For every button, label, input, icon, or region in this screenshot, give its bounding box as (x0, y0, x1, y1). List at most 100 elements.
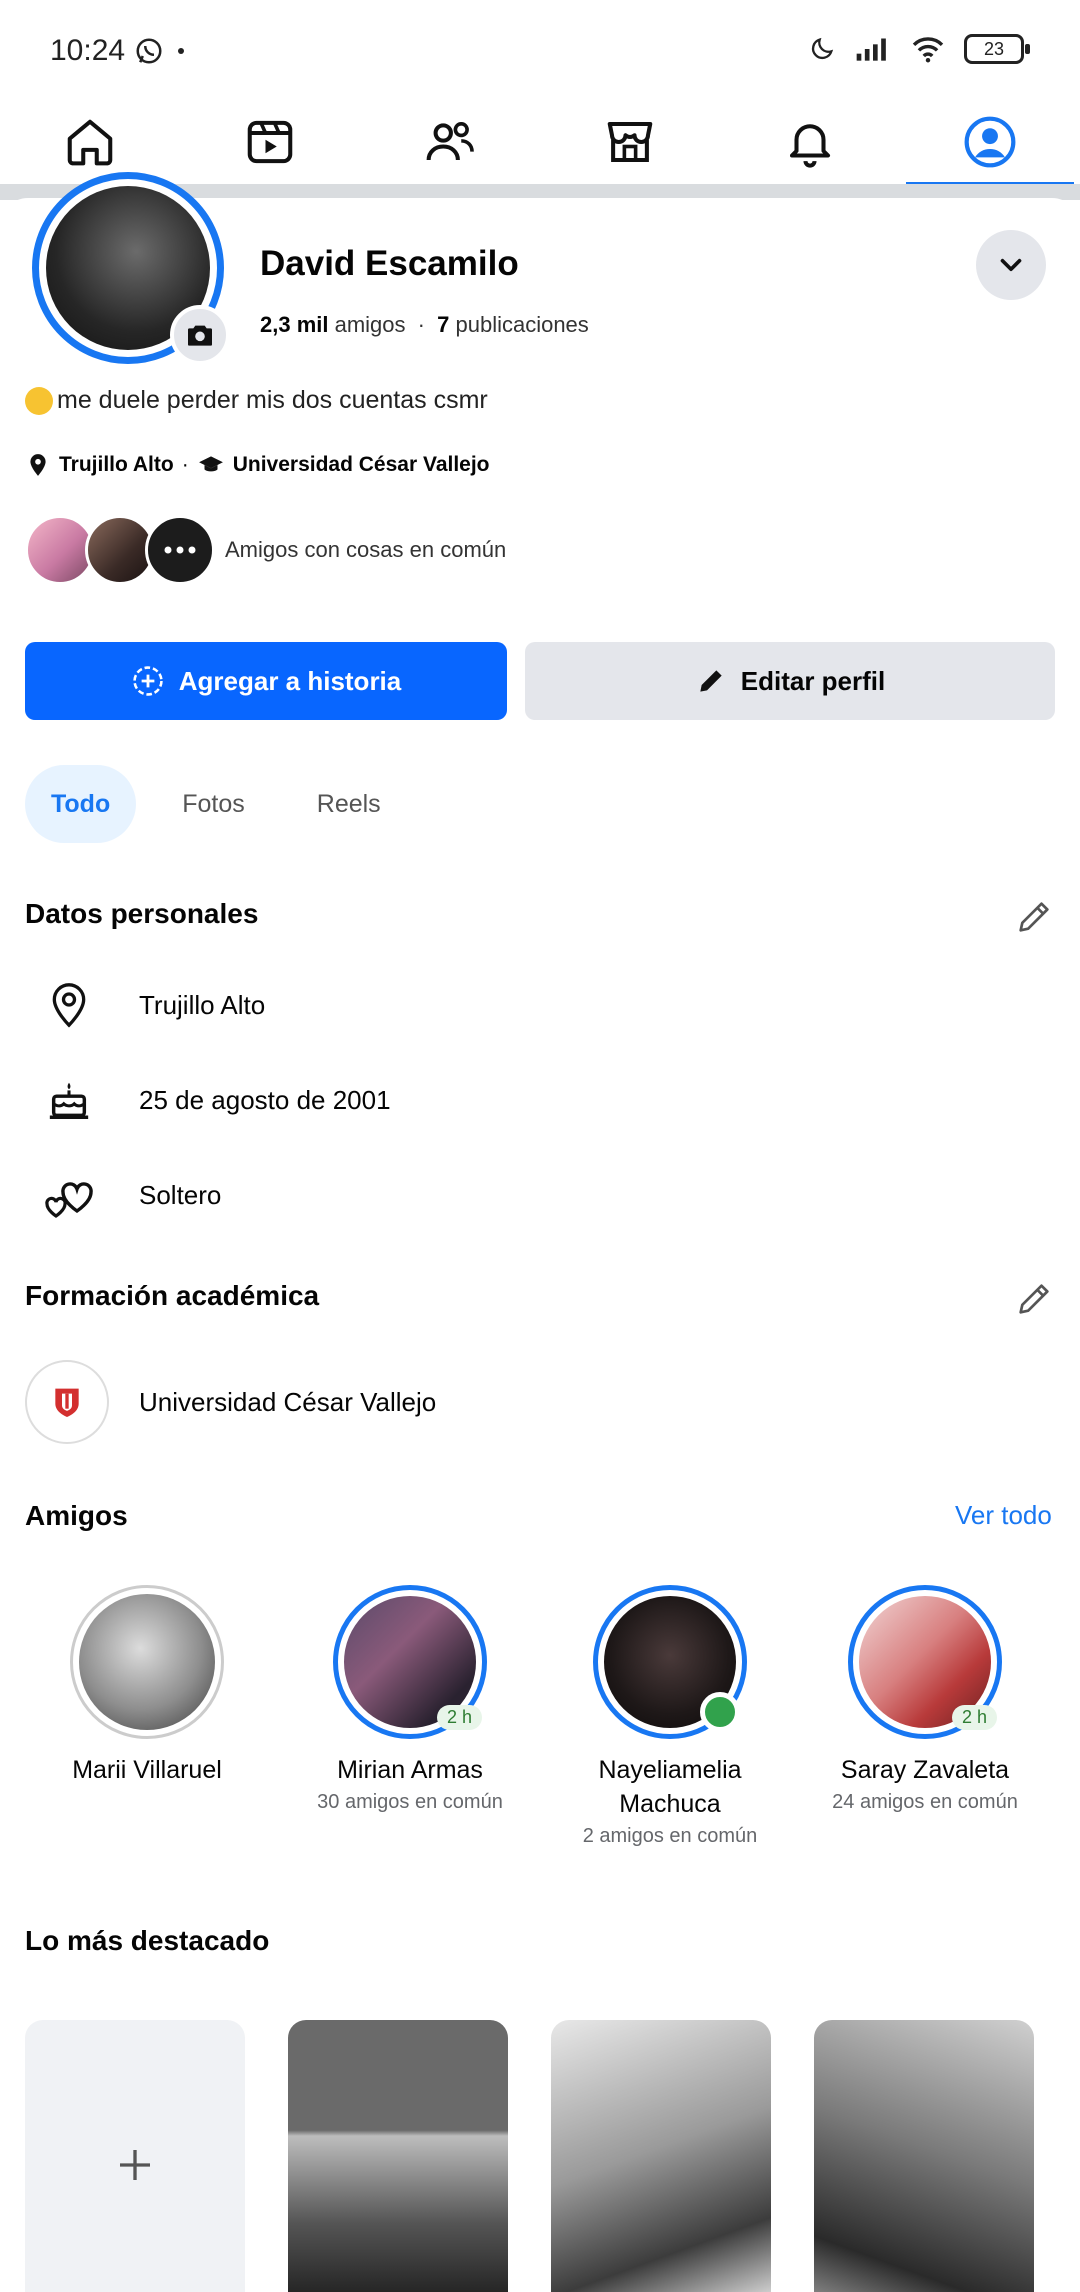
dot-icon (178, 48, 184, 54)
education-title: Formación académica (25, 1280, 320, 1311)
signal-icon (856, 38, 886, 61)
nav-friends[interactable] (360, 100, 540, 184)
highlights-title: Lo más destacado (25, 1925, 270, 1956)
profile-stats: 2,3 mil amigos · 7 publicaciones (260, 312, 589, 338)
status-bar: 10:24 23 (0, 0, 1080, 100)
friend-mutual: 24 amigos en común (832, 1791, 1018, 1813)
edit-education-button[interactable] (1010, 1275, 1058, 1323)
edit-profile-label: Editar perfil (740, 665, 886, 696)
marketplace-icon (607, 121, 653, 163)
info-relationship-text: Soltero (139, 1179, 222, 1210)
friend-card[interactable]: 2 h Mirian Armas 30 amigos en común (285, 1585, 535, 1814)
story-time-badge: 2 h (951, 1705, 997, 1730)
highlight-item[interactable] (288, 2020, 508, 2292)
meta-school: Universidad César Vallejo (232, 453, 490, 476)
change-photo-button[interactable] (170, 305, 230, 365)
whatsapp-icon (136, 38, 162, 64)
more-mutual-friends (145, 515, 215, 585)
friend-name: Mirian Armas (337, 1756, 483, 1784)
friend-mutual: 2 amigos en común (582, 1825, 758, 1847)
info-birthday-text: 25 de agosto de 2001 (139, 1084, 391, 1115)
friend-card[interactable]: 2 h Saray Zavaleta 24 amigos en común (800, 1585, 1050, 1814)
status-notification-icons (134, 36, 184, 66)
friends-icon (426, 121, 474, 161)
nav-marketplace[interactable] (540, 100, 720, 184)
tab-reels[interactable]: Reels (291, 765, 407, 843)
mutual-friends-label: Amigos con cosas en común (225, 537, 507, 562)
edit-profile-button[interactable]: Editar perfil (525, 642, 1055, 720)
graduation-cap-icon (198, 456, 223, 472)
status-system-icons: 23 (808, 34, 1030, 64)
profile-sheet (0, 198, 1080, 2292)
hearts-icon (45, 1182, 93, 1218)
status-time: 10:24 (50, 34, 126, 67)
add-story-button[interactable]: Agregar a historia (25, 642, 507, 720)
profile-bio: me duele perder mis dos cuentas csmr (25, 386, 488, 415)
profile-name: David Escamilo (260, 244, 519, 283)
birthday-cake-icon (49, 1082, 89, 1119)
info-row-relationship: Soltero (25, 1160, 1025, 1230)
info-school-text: Universidad César Vallejo (139, 1386, 437, 1417)
friend-avatar: 2 h (333, 1585, 487, 1739)
school-shield-icon (55, 1388, 79, 1417)
wifi-icon (912, 37, 944, 63)
pencil-icon (700, 670, 722, 692)
see-all-friends-link[interactable]: Ver todo (955, 1500, 1052, 1531)
info-row-school[interactable]: Universidad César Vallejo (25, 1357, 1025, 1447)
emoji-icon (25, 386, 53, 415)
more-dots-icon (164, 546, 196, 554)
friend-card[interactable]: Nayeliamelia Machuca 2 amigos en común (545, 1585, 795, 1848)
story-time-badge: 2 h (436, 1705, 482, 1730)
tab-all[interactable]: Todo (25, 765, 137, 843)
online-status-indicator (700, 1692, 740, 1732)
mutual-friends-row[interactable]: Amigos con cosas en común (25, 515, 506, 585)
profile-menu-button[interactable] (976, 230, 1046, 300)
highlight-item[interactable] (814, 2020, 1034, 2292)
friends-label[interactable]: amigos (335, 312, 406, 337)
posts-label: publicaciones (455, 312, 589, 337)
friend-photo (79, 1594, 215, 1730)
highlight-item[interactable] (551, 2020, 771, 2292)
stats-separator: · (417, 312, 425, 337)
pencil-outline-icon (1019, 1284, 1049, 1314)
moon-icon (811, 37, 834, 60)
friend-name: Marii Villaruel (72, 1756, 222, 1784)
home-icon (67, 119, 113, 166)
profile-tabs: Todo Fotos Reels (25, 765, 407, 843)
info-row-birthday: 25 de agosto de 2001 (25, 1065, 1025, 1135)
video-icon (247, 120, 293, 164)
bio-text: me duele perder mis dos cuentas csmr (57, 386, 488, 414)
friend-mutual: 30 amigos en común (317, 1791, 503, 1813)
posts-count: 7 (437, 312, 450, 337)
personal-data-title: Datos personales (25, 898, 259, 929)
plus-icon (120, 2150, 150, 2180)
location-pin-icon (30, 454, 46, 476)
location-icon (52, 983, 86, 1028)
friends-count[interactable]: 2,3 mil (260, 312, 328, 337)
chevron-down-icon (1000, 258, 1022, 272)
friend-avatar (593, 1585, 747, 1739)
friend-name: Saray Zavaleta (840, 1756, 1010, 1784)
pencil-outline-icon (1019, 902, 1049, 932)
friend-card[interactable]: Marii Villaruel (22, 1585, 272, 1791)
meta-location: Trujillo Alto (59, 453, 174, 476)
tab-photos[interactable]: Fotos (156, 765, 271, 843)
info-location-text: Trujillo Alto (139, 989, 266, 1020)
friend-name: Nayeliamelia Machuca (598, 1756, 742, 1818)
add-highlight-button[interactable] (25, 2020, 245, 2292)
camera-icon (188, 325, 212, 346)
edit-personal-button[interactable] (1010, 893, 1058, 941)
friend-avatar (70, 1585, 224, 1739)
nav-notifications[interactable] (720, 100, 900, 184)
nav-profile[interactable] (900, 100, 1080, 186)
school-logo (25, 1360, 109, 1444)
friends-title: Amigos (25, 1500, 128, 1531)
profile-icon (964, 116, 1016, 168)
add-circle-icon (133, 666, 163, 696)
add-story-label: Agregar a historia (178, 665, 402, 696)
meta-separator: · (181, 453, 189, 476)
bell-icon (789, 124, 831, 168)
friend-avatar: 2 h (848, 1585, 1002, 1739)
battery-icon: 23 (964, 34, 1030, 64)
profile-meta: Trujillo Alto · Universidad César Vallej… (25, 452, 490, 478)
